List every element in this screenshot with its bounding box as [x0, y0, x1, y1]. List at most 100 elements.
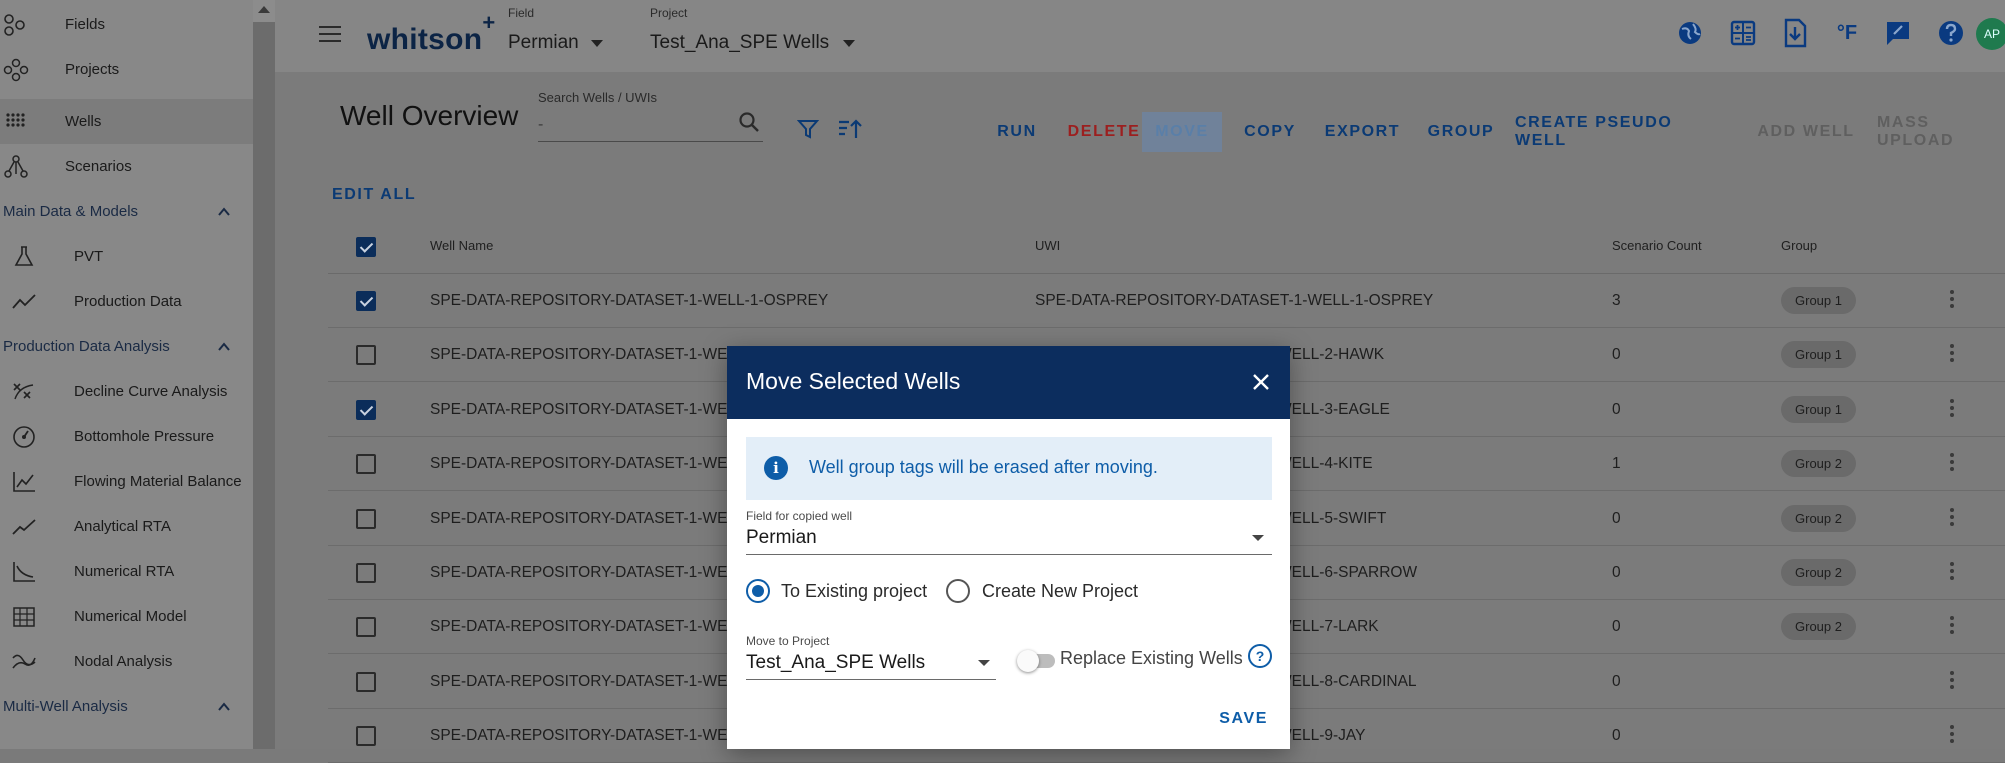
project-select[interactable]: Project Test_Ana_SPE Wells: [650, 6, 900, 62]
avatar[interactable]: AP: [1976, 18, 2005, 50]
group-chip[interactable]: Group 1: [1781, 395, 1856, 423]
row-checkbox[interactable]: [356, 671, 376, 692]
mass-upload-button[interactable]: MASS UPLOAD: [1877, 112, 2005, 152]
uwi-cell: SPE-DATA-REPOSITORY-DATASET-1-WELL-1-OSP…: [1035, 292, 1434, 309]
column-header-well-name[interactable]: Well Name: [430, 238, 493, 253]
row-checkbox[interactable]: [356, 726, 376, 747]
scroll-up-arrow-icon[interactable]: [258, 6, 270, 13]
close-icon[interactable]: [1250, 371, 1272, 393]
well-name-cell[interactable]: SPE-DATA-REPOSITORY-DATASET-1-WELL-: [430, 510, 750, 528]
sidebar-section-multi-well-analysis[interactable]: Multi-Well Analysis: [0, 684, 253, 729]
sidebar-item-wells[interactable]: Wells: [0, 99, 253, 144]
uwi-cell: WELL-2-HAWK: [1277, 346, 1385, 364]
export-button[interactable]: EXPORT: [1315, 112, 1410, 152]
column-header-uwi[interactable]: UWI: [1035, 238, 1060, 253]
more-options-icon[interactable]: [1949, 670, 1955, 693]
row-checkbox[interactable]: [356, 454, 376, 475]
save-button[interactable]: SAVE: [1219, 710, 1268, 728]
group-button[interactable]: GROUP: [1417, 112, 1505, 152]
group-chip[interactable]: Group 1: [1781, 287, 1856, 314]
radio-button[interactable]: [946, 579, 970, 603]
well-name-cell[interactable]: SPE-DATA-REPOSITORY-DATASET-1-WELL-: [430, 727, 750, 745]
move-to-project-select[interactable]: Move to Project Test_Ana_SPE Wells: [746, 628, 996, 680]
sidebar-item-analytical-rta[interactable]: Analytical RTA: [0, 504, 253, 549]
well-name-cell[interactable]: SPE-DATA-REPOSITORY-DATASET-1-WELL-: [430, 618, 750, 636]
more-options-icon[interactable]: [1949, 616, 1955, 638]
sidebar-item-numerical-model[interactable]: Numerical Model: [0, 594, 253, 639]
sidebar-scrollbar[interactable]: [253, 0, 275, 749]
sidebar-item-flowing-material-balance[interactable]: Flowing Material Balance: [0, 459, 253, 504]
help-icon[interactable]: [1934, 16, 1968, 50]
temperature-unit-icon[interactable]: °F: [1830, 16, 1864, 50]
filter-icon[interactable]: [797, 118, 819, 140]
field-select[interactable]: Field Permian: [508, 6, 618, 62]
replace-existing-wells-toggle[interactable]: [1017, 648, 1061, 672]
chevron-up-icon[interactable]: [217, 205, 231, 219]
well-name-cell[interactable]: SPE-DATA-REPOSITORY-DATASET-1-WELL-: [430, 673, 750, 691]
group-chip[interactable]: Group 2: [1781, 504, 1856, 532]
sidebar-item-fields[interactable]: Fields: [0, 2, 253, 47]
more-options-icon[interactable]: [1949, 290, 1955, 312]
search-input[interactable]: Search Wells / UWIs -: [538, 90, 763, 142]
group-chip[interactable]: Group 1: [1781, 341, 1856, 369]
move-to-project-value: Test_Ana_SPE Wells: [746, 652, 926, 673]
menu-icon[interactable]: [319, 26, 341, 42]
copy-button[interactable]: COPY: [1228, 112, 1312, 152]
row-checkbox[interactable]: [356, 617, 376, 638]
table-row[interactable]: SPE-DATA-REPOSITORY-DATASET-1-WELL-1-OSP…: [328, 274, 2005, 328]
sidebar-section-production-data-analysis[interactable]: Production Data Analysis: [0, 324, 253, 369]
add-well-button[interactable]: ADD WELL: [1750, 112, 1862, 152]
well-name-cell[interactable]: SPE-DATA-REPOSITORY-DATASET-1-WELL-1-OSP…: [430, 292, 828, 310]
select-all-checkbox[interactable]: [356, 237, 376, 257]
chevron-up-icon[interactable]: [217, 340, 231, 354]
row-checkbox[interactable]: [356, 508, 376, 529]
sidebar-item-nodal-analysis[interactable]: Nodal Analysis: [0, 639, 253, 684]
globe-icon[interactable]: [1673, 16, 1707, 50]
download-icon[interactable]: [1778, 16, 1812, 50]
row-checkbox[interactable]: [356, 345, 376, 366]
app-logo[interactable]: whitson+: [367, 10, 496, 57]
well-name-cell[interactable]: SPE-DATA-REPOSITORY-DATASET-1-WELL-: [430, 346, 750, 364]
sidebar-section-main-data[interactable]: Main Data & Models: [0, 189, 253, 234]
row-checkbox[interactable]: [356, 291, 376, 311]
row-checkbox[interactable]: [356, 563, 376, 583]
group-chip[interactable]: Group 2: [1781, 559, 1856, 586]
row-checkbox[interactable]: [356, 399, 376, 420]
sidebar-item-projects[interactable]: Projects: [0, 47, 253, 92]
sidebar-item-production-data[interactable]: Production Data: [0, 279, 253, 324]
group-chip[interactable]: Group 2: [1781, 613, 1856, 641]
more-options-icon[interactable]: [1949, 725, 1955, 747]
chevron-up-icon[interactable]: [217, 700, 231, 714]
move-button[interactable]: MOVE: [1142, 112, 1222, 152]
column-header-group[interactable]: Group: [1781, 238, 1817, 253]
well-name-cell[interactable]: SPE-DATA-REPOSITORY-DATASET-1-WELL-: [430, 401, 750, 419]
more-options-icon[interactable]: [1949, 507, 1955, 530]
feedback-icon[interactable]: [1881, 16, 1915, 50]
well-name-cell[interactable]: SPE-DATA-REPOSITORY-DATASET-1-WELL-: [430, 564, 750, 582]
sidebar-item-decline-curve-analysis[interactable]: Decline Curve Analysis: [0, 369, 253, 414]
calculator-icon[interactable]: [1726, 16, 1760, 50]
help-icon[interactable]: ?: [1248, 644, 1272, 668]
radio-create-new-project[interactable]: Create New Project: [946, 579, 1146, 607]
sidebar-item-pvt[interactable]: PVT: [0, 234, 253, 279]
more-options-icon[interactable]: [1949, 562, 1955, 584]
more-options-icon[interactable]: [1949, 453, 1955, 475]
more-options-icon[interactable]: [1949, 344, 1955, 366]
toggle-knob[interactable]: [1017, 650, 1039, 672]
run-button[interactable]: RUN: [981, 112, 1053, 152]
sort-icon[interactable]: [837, 118, 863, 140]
well-name-cell[interactable]: SPE-DATA-REPOSITORY-DATASET-1-WELL-: [430, 455, 750, 473]
edit-all-button[interactable]: EDIT ALL: [332, 186, 416, 204]
sidebar-item-scenarios[interactable]: Scenarios: [0, 144, 253, 189]
sidebar-item-numerical-rta[interactable]: Numerical RTA: [0, 549, 253, 594]
search-icon[interactable]: [737, 110, 761, 134]
sidebar-item-bottomhole-pressure[interactable]: Bottomhole Pressure: [0, 414, 253, 459]
field-select[interactable]: Field for copied well Permian: [746, 503, 1272, 555]
create-pseudo-well-button[interactable]: CREATE PSEUDO WELL: [1515, 112, 1715, 152]
more-options-icon[interactable]: [1949, 398, 1955, 421]
radio-to-existing-project[interactable]: To Existing project: [746, 579, 946, 607]
radio-button-selected[interactable]: [746, 579, 770, 603]
column-header-scenario-count[interactable]: Scenario Count: [1612, 238, 1702, 253]
group-chip[interactable]: Group 2: [1781, 450, 1856, 478]
sidebar-scroll-thumb[interactable]: [253, 22, 275, 749]
